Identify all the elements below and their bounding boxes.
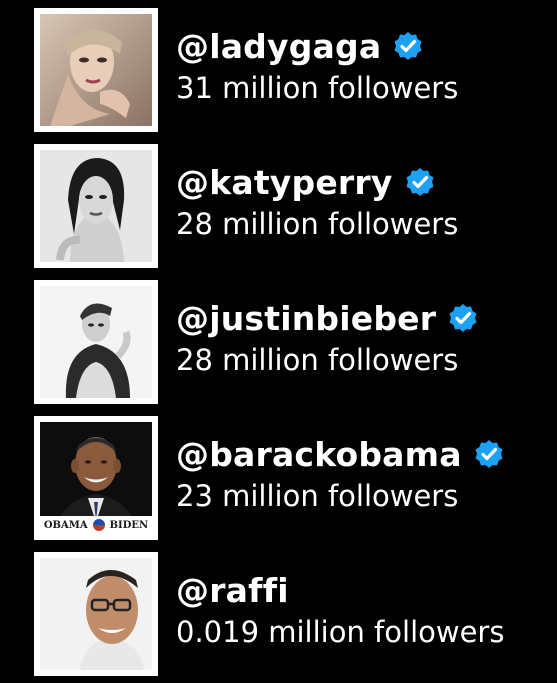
account-handle[interactable]: @barackobama bbox=[176, 438, 462, 471]
account-row-justinbieber[interactable]: @justinbieber 28 million followers bbox=[0, 272, 557, 404]
handle-line: @katyperry bbox=[176, 160, 435, 204]
account-handle[interactable]: @katyperry bbox=[176, 166, 393, 199]
account-handle[interactable]: @raffi bbox=[176, 574, 289, 607]
campaign-right-text: BIDEN bbox=[109, 519, 149, 531]
avatar[interactable] bbox=[34, 8, 158, 132]
follower-count: 28 million followers bbox=[176, 343, 459, 377]
handle-line: @ladygaga bbox=[176, 24, 423, 68]
account-handle[interactable]: @ladygaga bbox=[176, 30, 381, 63]
verified-badge-icon bbox=[405, 167, 435, 197]
account-list: @ladygaga 31 million followers @katyperr… bbox=[0, 0, 557, 683]
avatar[interactable] bbox=[34, 280, 158, 404]
verified-badge-icon bbox=[448, 303, 478, 333]
verified-badge-icon bbox=[474, 439, 504, 469]
handle-line: @raffi bbox=[176, 568, 289, 612]
handle-line: @barackobama bbox=[176, 432, 504, 476]
katyperry-photo bbox=[40, 150, 152, 262]
follower-count: 0.019 million followers bbox=[176, 615, 505, 649]
account-row-katyperry[interactable]: @katyperry 28 million followers bbox=[0, 136, 557, 268]
follower-count: 28 million followers bbox=[176, 207, 459, 241]
account-row-ladygaga[interactable]: @ladygaga 31 million followers bbox=[0, 0, 557, 132]
raffi-photo bbox=[40, 558, 152, 670]
avatar[interactable]: OBAMA BIDEN bbox=[34, 416, 158, 540]
verified-badge-icon bbox=[393, 31, 423, 61]
account-handle[interactable]: @justinbieber bbox=[176, 302, 436, 335]
campaign-left-text: OBAMA bbox=[43, 519, 88, 531]
account-row-barackobama[interactable]: OBAMA BIDEN @barackobama 23 million foll… bbox=[0, 408, 557, 540]
obama-logo-icon bbox=[91, 518, 106, 532]
ladygaga-photo bbox=[40, 14, 152, 126]
handle-line: @justinbieber bbox=[176, 296, 478, 340]
follower-count: 23 million followers bbox=[176, 479, 459, 513]
follower-count: 31 million followers bbox=[176, 71, 459, 105]
avatar[interactable] bbox=[34, 144, 158, 268]
account-row-raffi[interactable]: @raffi 0.019 million followers bbox=[0, 544, 557, 676]
avatar[interactable] bbox=[34, 552, 158, 676]
campaign-logo: OBAMA BIDEN bbox=[40, 516, 152, 534]
justinbieber-photo bbox=[40, 286, 152, 398]
barackobama-photo: OBAMA BIDEN bbox=[40, 422, 152, 534]
